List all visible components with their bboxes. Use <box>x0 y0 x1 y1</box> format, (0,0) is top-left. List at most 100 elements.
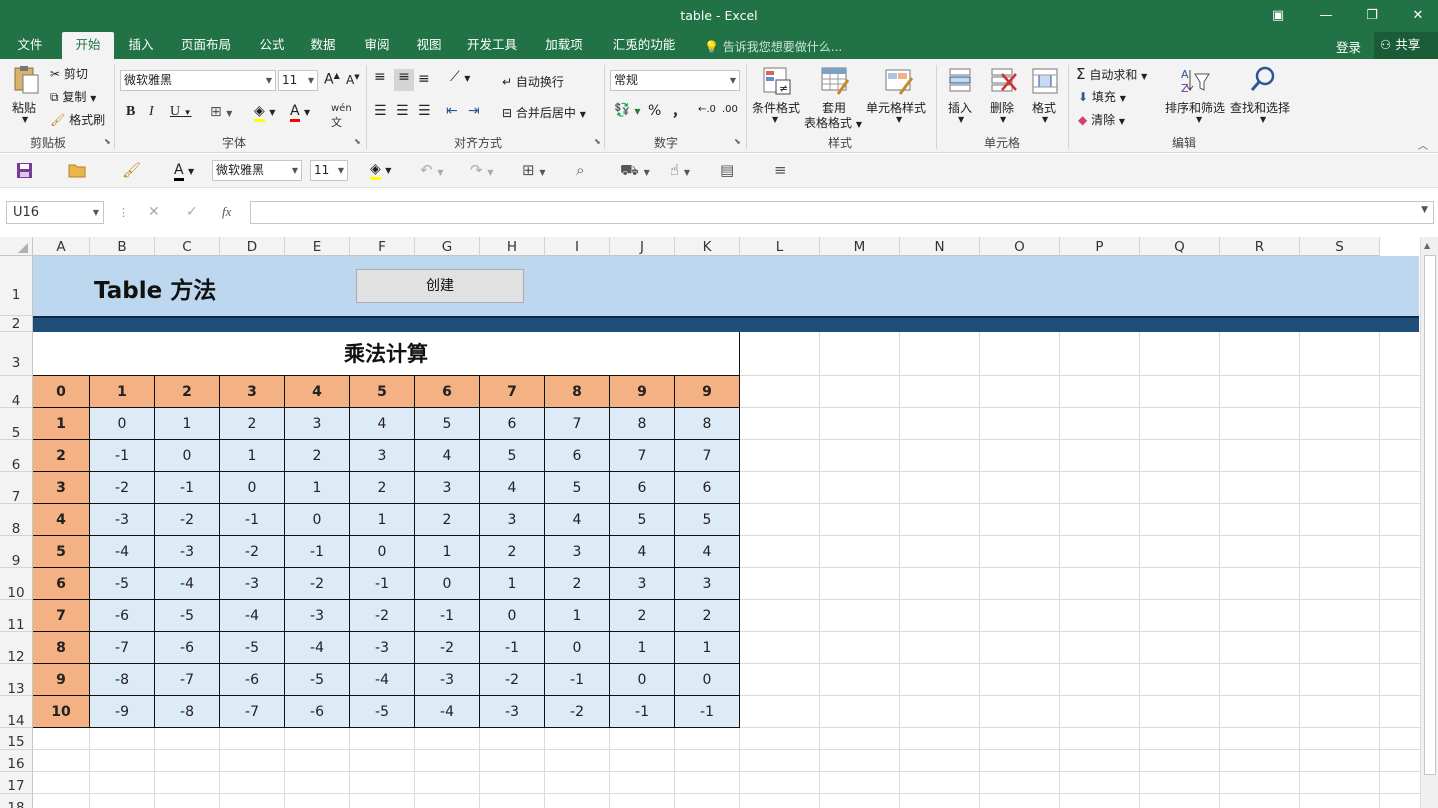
cell-styles-button[interactable]: 单元格样式 <box>866 99 926 116</box>
autosum-button[interactable]: Σ 自动求和 ▼ <box>1076 65 1147 83</box>
value-cell[interactable]: 4 <box>350 408 415 440</box>
value-cell[interactable]: -6 <box>155 632 220 664</box>
font-launcher-icon[interactable]: ⬊ <box>354 137 361 146</box>
column-header-J[interactable]: J <box>610 237 675 256</box>
bold-button[interactable]: B <box>126 104 135 120</box>
underline-button[interactable]: U ▼ <box>170 104 192 120</box>
value-cell[interactable]: -4 <box>415 696 480 728</box>
value-cell[interactable]: -4 <box>285 632 350 664</box>
login-link[interactable]: 登录 <box>1336 37 1361 56</box>
row-header-5[interactable]: 5 <box>0 408 33 441</box>
value-cell[interactable]: 7 <box>675 440 740 472</box>
delete-cells-icon[interactable] <box>988 66 1018 96</box>
header-cell[interactable]: 4 <box>285 376 350 408</box>
insert-cells-icon[interactable] <box>946 66 974 96</box>
column-header-I[interactable]: I <box>545 237 610 256</box>
paste-dropdown-icon[interactable]: ▼ <box>22 115 28 124</box>
increase-decimal-icon[interactable]: ←.0 <box>698 104 716 115</box>
column-header-A[interactable]: A <box>33 237 90 256</box>
open-folder-icon[interactable] <box>68 162 88 179</box>
row-header-14[interactable]: 14 <box>0 696 33 729</box>
cell-styles-icon[interactable] <box>884 66 914 96</box>
redo-icon[interactable]: ↷ ▼ <box>470 161 494 179</box>
value-cell[interactable]: -7 <box>155 664 220 696</box>
value-cell[interactable]: 1 <box>220 440 285 472</box>
ribbon-display-options-icon[interactable]: ▣ <box>1258 4 1298 28</box>
value-cell[interactable]: -3 <box>285 600 350 632</box>
tab-10[interactable]: 加载项 <box>536 32 592 59</box>
insert-function-icon[interactable]: fx <box>222 204 231 220</box>
row-header-18[interactable]: 18 <box>0 794 33 808</box>
value-cell[interactable]: 8 <box>610 408 675 440</box>
value-cell[interactable]: 0 <box>545 632 610 664</box>
value-cell[interactable]: 1 <box>545 600 610 632</box>
value-cell[interactable]: -3 <box>220 568 285 600</box>
increase-indent-icon[interactable]: ⇥ <box>468 103 480 119</box>
row-header-12[interactable]: 12 <box>0 632 33 665</box>
value-cell[interactable]: 6 <box>610 472 675 504</box>
tell-me-box[interactable]: 💡 告诉我您想要做什么... <box>704 38 842 55</box>
row-label-cell[interactable]: 6 <box>33 568 90 600</box>
value-cell[interactable]: -9 <box>90 696 155 728</box>
qat-size-combo[interactable]: 11 ▼ <box>310 160 348 181</box>
column-header-O[interactable]: O <box>980 237 1060 256</box>
column-header-D[interactable]: D <box>220 237 285 256</box>
format-as-table-icon[interactable] <box>820 66 850 96</box>
delete-button[interactable]: 删除 <box>990 99 1014 116</box>
phonetic-icon[interactable]: wén 文 <box>331 103 352 130</box>
name-box[interactable]: U16 ▼ <box>6 201 104 224</box>
find-select-icon[interactable] <box>1248 65 1278 95</box>
value-cell[interactable]: 0 <box>480 600 545 632</box>
row-header-9[interactable]: 9 <box>0 536 33 569</box>
value-cell[interactable]: -1 <box>415 600 480 632</box>
value-cell[interactable]: 5 <box>480 440 545 472</box>
value-cell[interactable]: -3 <box>155 536 220 568</box>
value-cell[interactable]: 2 <box>350 472 415 504</box>
value-cell[interactable]: 0 <box>220 472 285 504</box>
value-cell[interactable]: 4 <box>610 536 675 568</box>
value-cell[interactable]: 6 <box>675 472 740 504</box>
percent-button[interactable]: % <box>648 103 661 119</box>
qat-font-color-icon[interactable]: A ▼ <box>174 162 194 181</box>
value-cell[interactable]: 6 <box>480 408 545 440</box>
row-header-1[interactable]: 1 <box>0 256 33 316</box>
value-cell[interactable]: -7 <box>220 696 285 728</box>
value-cell[interactable]: 3 <box>675 568 740 600</box>
form-icon[interactable]: ▤ <box>720 161 734 179</box>
value-cell[interactable]: 2 <box>285 440 350 472</box>
decrease-indent-icon[interactable]: ⇤ <box>446 103 458 119</box>
confirm-icon[interactable]: ✓ <box>186 204 198 220</box>
value-cell[interactable]: -1 <box>545 664 610 696</box>
value-cell[interactable]: 4 <box>675 536 740 568</box>
clipboard-launcher-icon[interactable]: ⬊ <box>104 137 111 146</box>
tab-3[interactable]: 插入 <box>118 32 164 59</box>
value-cell[interactable]: 6 <box>545 440 610 472</box>
value-cell[interactable]: -3 <box>480 696 545 728</box>
value-cell[interactable]: -2 <box>350 600 415 632</box>
value-cell[interactable]: 5 <box>545 472 610 504</box>
value-cell[interactable]: 3 <box>285 408 350 440</box>
minimize-button[interactable]: — <box>1306 4 1346 28</box>
value-cell[interactable]: -6 <box>285 696 350 728</box>
header-cell[interactable]: 2 <box>155 376 220 408</box>
value-cell[interactable]: -2 <box>415 632 480 664</box>
value-cell[interactable]: 1 <box>350 504 415 536</box>
row-header-15[interactable]: 15 <box>0 728 33 750</box>
value-cell[interactable]: -1 <box>350 568 415 600</box>
header-cell[interactable]: 7 <box>480 376 545 408</box>
value-cell[interactable]: -4 <box>155 568 220 600</box>
column-header-B[interactable]: B <box>90 237 155 256</box>
collapse-ribbon-icon[interactable]: ︿ <box>1418 137 1428 152</box>
fill-button[interactable]: ⬇ 填充 ▼ <box>1078 88 1126 105</box>
row-label-cell[interactable]: 4 <box>33 504 90 536</box>
font-color-icon[interactable]: A ▼ <box>290 103 310 122</box>
tab-11[interactable]: 汇兎的功能 <box>604 32 684 59</box>
row-header-17[interactable]: 17 <box>0 772 33 794</box>
value-cell[interactable]: 5 <box>675 504 740 536</box>
value-cell[interactable]: -5 <box>155 600 220 632</box>
value-cell[interactable]: -3 <box>415 664 480 696</box>
row-header-2[interactable]: 2 <box>0 316 33 332</box>
insert-button[interactable]: 插入 <box>948 99 972 116</box>
column-header-H[interactable]: H <box>480 237 545 256</box>
clear-button[interactable]: ◆ 清除 ▼ <box>1078 111 1125 128</box>
